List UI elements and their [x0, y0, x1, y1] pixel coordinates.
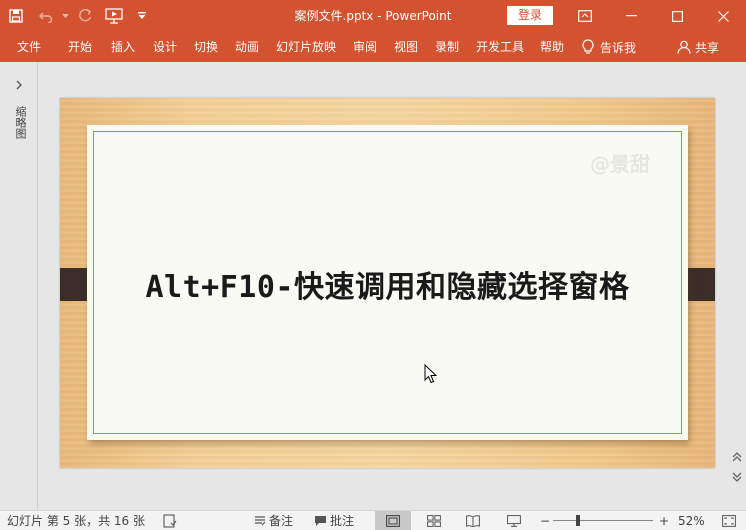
tab-home[interactable]: 开始 — [68, 32, 92, 62]
reading-view-icon — [466, 515, 480, 527]
close-button[interactable] — [700, 0, 746, 32]
status-bar: 幻灯片 第 5 张，共 16 张 备注 批注 − + 52% — [0, 510, 746, 530]
present-from-start-button[interactable] — [100, 0, 128, 32]
share-label: 共享 — [695, 40, 720, 55]
customize-qat-icon — [138, 12, 146, 19]
tell-me-label: 告诉我 — [600, 40, 637, 55]
undo-icon — [39, 12, 53, 23]
slide-canvas[interactable]: @景甜 Alt+F10-快速调用和隐藏选择窗格 — [60, 98, 715, 468]
slide-sorter-button[interactable] — [427, 511, 441, 530]
person-icon — [677, 40, 691, 54]
redo-icon — [79, 9, 92, 22]
slide-sorter-icon — [427, 515, 441, 527]
maximize-button[interactable] — [654, 0, 700, 32]
reading-view-button[interactable] — [466, 511, 480, 530]
zoom-level[interactable]: 52% — [678, 511, 705, 530]
zoom-slider-track[interactable] — [553, 520, 653, 521]
chevron-down-icon — [61, 13, 69, 18]
login-button[interactable]: 登录 — [507, 6, 553, 25]
tab-slide-show[interactable]: 幻灯片放映 — [276, 32, 336, 62]
notes-label: 备注 — [269, 514, 294, 528]
close-icon — [717, 10, 729, 22]
comments-button[interactable]: 批注 — [314, 511, 354, 530]
fit-to-window-icon — [722, 515, 736, 527]
comment-icon — [315, 516, 326, 526]
zoom-in-button[interactable]: + — [659, 511, 669, 530]
accessibility-check-icon — [163, 514, 177, 528]
ribbon-display-options-icon — [578, 10, 592, 22]
tab-animations[interactable]: 动画 — [235, 32, 259, 62]
tab-review[interactable]: 审阅 — [353, 32, 377, 62]
save-button[interactable] — [0, 0, 32, 32]
tab-design[interactable]: 设计 — [153, 32, 177, 62]
title-bar: 案例文件.pptx - PowerPoint 登录 — [0, 0, 746, 32]
expand-thumbnails-button[interactable] — [12, 78, 26, 92]
save-icon — [9, 9, 23, 23]
document-title-text: 案例文件.pptx - PowerPoint — [294, 9, 452, 23]
lightbulb-icon — [582, 39, 594, 54]
maximize-icon — [671, 10, 683, 22]
tab-insert[interactable]: 插入 — [111, 32, 135, 62]
thumbnails-label[interactable]: 缩略图 — [12, 106, 28, 139]
mouse-cursor-icon — [424, 364, 438, 384]
zoom-slider-thumb[interactable] — [576, 515, 580, 526]
next-slide-icon[interactable] — [732, 472, 742, 482]
slide-show-button[interactable] — [507, 511, 521, 530]
notes-button[interactable]: 备注 — [254, 511, 293, 530]
normal-view-icon — [386, 515, 400, 527]
window-controls — [562, 0, 746, 32]
present-from-start-icon — [105, 8, 123, 24]
ribbon-tabs: 文件 开始 插入 设计 切换 动画 幻灯片放映 审阅 视图 录制 开发工具 帮助… — [0, 32, 746, 62]
tab-view[interactable]: 视图 — [394, 32, 418, 62]
customize-qat-button[interactable] — [128, 0, 156, 32]
tell-me-button[interactable]: 告诉我 — [582, 32, 636, 62]
comments-label: 批注 — [330, 514, 355, 528]
minimize-icon — [625, 15, 637, 17]
zoom-out-button[interactable]: − — [540, 511, 550, 530]
undo-button[interactable] — [32, 0, 60, 32]
thumbnail-pane-collapsed: 缩略图 — [0, 62, 38, 510]
previous-slide-icon[interactable] — [732, 452, 742, 462]
fit-to-window-button[interactable] — [722, 511, 736, 530]
vertical-scrollbar[interactable] — [728, 62, 746, 510]
slide-show-icon — [507, 515, 521, 527]
quick-access-toolbar — [0, 0, 156, 32]
tab-record[interactable]: 录制 — [435, 32, 459, 62]
tab-developer[interactable]: 开发工具 — [476, 32, 524, 62]
watermark: @景甜 — [590, 152, 650, 176]
redo-button[interactable] — [70, 0, 100, 32]
slide-counter: 幻灯片 第 5 张，共 16 张 — [7, 514, 145, 528]
slide-title[interactable]: Alt+F10-快速调用和隐藏选择窗格 — [60, 262, 715, 306]
tab-file[interactable]: 文件 — [17, 32, 41, 62]
undo-dropdown[interactable] — [60, 0, 70, 32]
notes-icon — [255, 516, 266, 526]
accessibility-button[interactable] — [163, 511, 177, 530]
chevron-right-icon — [16, 80, 22, 90]
share-button[interactable]: 共享 — [677, 32, 719, 62]
tab-help[interactable]: 帮助 — [540, 32, 564, 62]
minimize-button[interactable] — [608, 0, 654, 32]
normal-view-button[interactable] — [375, 511, 411, 530]
ribbon-display-options-button[interactable] — [562, 0, 608, 32]
tab-transitions[interactable]: 切换 — [194, 32, 218, 62]
